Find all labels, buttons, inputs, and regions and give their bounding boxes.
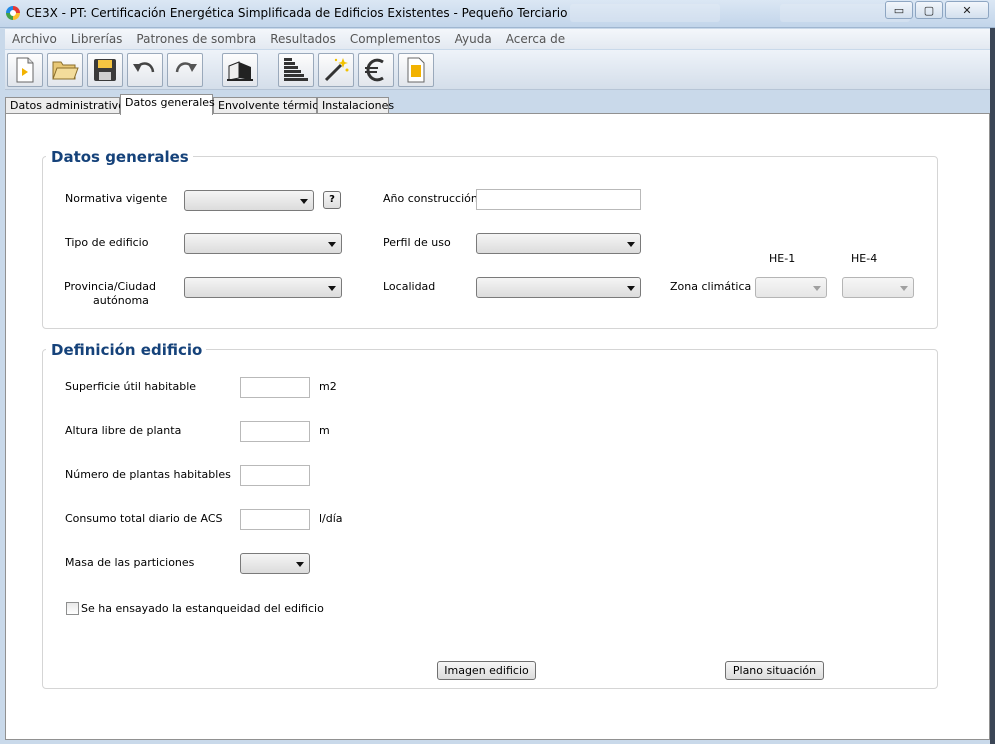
provincia-select[interactable] bbox=[184, 277, 342, 298]
plano-situacion-button[interactable]: Plano situación bbox=[725, 661, 824, 680]
menu-complementos[interactable]: Complementos bbox=[343, 32, 448, 46]
report-button[interactable] bbox=[398, 53, 434, 87]
undo-button[interactable] bbox=[127, 53, 163, 87]
menu-bar: Archivo Librerías Patrones de sombra Res… bbox=[5, 29, 990, 49]
economic-analysis-button[interactable] bbox=[358, 53, 394, 87]
plantas-label: Número de plantas habitables bbox=[65, 468, 231, 481]
help-button[interactable]: ? bbox=[323, 191, 341, 209]
tab-strip: Datos administrativos Datos generales En… bbox=[5, 94, 990, 115]
window-controls: ▭ ▢ ✕ bbox=[883, 1, 989, 19]
minimize-button[interactable]: ▭ bbox=[885, 1, 913, 19]
magic-wand-icon bbox=[324, 58, 349, 82]
imagen-edificio-button[interactable]: Imagen edificio bbox=[437, 661, 536, 680]
estanqueidad-checkbox[interactable] bbox=[66, 602, 79, 615]
new-file-icon bbox=[16, 57, 34, 83]
new-file-button[interactable] bbox=[7, 53, 43, 87]
chevron-down-icon bbox=[328, 286, 336, 291]
acs-label: Consumo total diario de ACS bbox=[65, 512, 223, 525]
ghost-tab bbox=[570, 4, 720, 22]
acs-input[interactable] bbox=[240, 509, 310, 530]
chevron-down-icon bbox=[627, 242, 635, 247]
euro-icon bbox=[365, 58, 384, 82]
tab-content-panel: Datos generales Normativa vigente ? Año … bbox=[5, 113, 990, 740]
maximize-button[interactable]: ▢ bbox=[915, 1, 943, 19]
window-title: CE3X - PT: Certificación Energética Simp… bbox=[26, 6, 568, 20]
localidad-label: Localidad bbox=[383, 280, 436, 293]
he1-label: HE-1 bbox=[769, 252, 796, 265]
menu-patrones-de-sombra[interactable]: Patrones de sombra bbox=[129, 32, 263, 46]
altura-unit: m bbox=[319, 424, 330, 437]
report-icon bbox=[407, 57, 425, 83]
building-3d-icon bbox=[227, 61, 253, 81]
provincia-label-line-1: Provincia/Ciudad bbox=[64, 280, 156, 293]
open-button[interactable] bbox=[47, 53, 83, 87]
chevron-down-icon bbox=[627, 286, 635, 291]
save-button[interactable] bbox=[87, 53, 123, 87]
masa-particiones-label: Masa de las particiones bbox=[65, 556, 195, 569]
redo-button[interactable] bbox=[167, 53, 203, 87]
window-edge bbox=[990, 28, 995, 744]
datos-generales-title: Datos generales bbox=[46, 148, 193, 166]
zona-he4-select[interactable] bbox=[842, 277, 914, 298]
normativa-label: Normativa vigente bbox=[65, 192, 168, 205]
menu-ayuda[interactable]: Ayuda bbox=[448, 32, 499, 46]
superficie-label: Superficie útil habitable bbox=[65, 380, 197, 393]
energy-rating-button[interactable] bbox=[278, 53, 314, 87]
plantas-input[interactable] bbox=[240, 465, 310, 486]
zona-he1-select[interactable] bbox=[755, 277, 827, 298]
save-disk-icon bbox=[94, 59, 116, 81]
close-button[interactable]: ✕ bbox=[945, 1, 989, 19]
undo-icon bbox=[133, 62, 155, 73]
building-view-button[interactable] bbox=[222, 53, 258, 87]
localidad-select[interactable] bbox=[476, 277, 641, 298]
masa-particiones-select[interactable] bbox=[240, 553, 310, 574]
chevron-down-icon bbox=[328, 242, 336, 247]
app-logo-icon bbox=[6, 6, 20, 20]
title-bar: CE3X - PT: Certificación Energética Simp… bbox=[0, 0, 995, 28]
chevron-down-icon bbox=[813, 286, 821, 291]
menu-resultados[interactable]: Resultados bbox=[263, 32, 343, 46]
superficie-unit: m2 bbox=[319, 380, 337, 393]
menu-acerca-de[interactable]: Acerca de bbox=[499, 32, 572, 46]
altura-label: Altura libre de planta bbox=[65, 424, 182, 437]
superficie-input[interactable] bbox=[240, 377, 310, 398]
definicion-edificio-title: Definición edificio bbox=[46, 341, 207, 359]
chevron-down-icon bbox=[296, 562, 304, 567]
zona-climatica-label: Zona climática bbox=[670, 280, 752, 293]
menu-librerias[interactable]: Librerías bbox=[64, 32, 130, 46]
toolbar bbox=[5, 50, 990, 90]
menu-archivo[interactable]: Archivo bbox=[5, 32, 64, 46]
perfil-uso-label: Perfil de uso bbox=[383, 236, 451, 249]
energy-rating-icon bbox=[284, 58, 308, 81]
normativa-select[interactable] bbox=[184, 190, 314, 211]
tab-datos-administrativos[interactable]: Datos administrativos bbox=[5, 97, 131, 114]
anio-construccion-input[interactable] bbox=[476, 189, 641, 210]
anio-construccion-label: Año construcción bbox=[383, 192, 478, 205]
chevron-down-icon bbox=[300, 199, 308, 204]
redo-icon bbox=[175, 62, 197, 73]
tab-envolvente-termica[interactable]: Envolvente térmica bbox=[213, 97, 325, 114]
provincia-label-line-2: autónoma bbox=[93, 294, 149, 307]
perfil-uso-select[interactable] bbox=[476, 233, 641, 254]
acs-unit: l/día bbox=[319, 512, 343, 525]
he4-label: HE-4 bbox=[851, 252, 878, 265]
estanqueidad-label: Se ha ensayado la estanqueidad del edifi… bbox=[81, 602, 324, 615]
wizard-button[interactable] bbox=[318, 53, 354, 87]
tipo-edificio-label: Tipo de edificio bbox=[65, 236, 149, 249]
tab-datos-generales[interactable]: Datos generales bbox=[120, 94, 215, 115]
tipo-edificio-select[interactable] bbox=[184, 233, 342, 254]
altura-input[interactable] bbox=[240, 421, 310, 442]
open-folder-icon bbox=[52, 61, 79, 80]
tab-instalaciones[interactable]: Instalaciones bbox=[317, 97, 394, 114]
chevron-down-icon bbox=[900, 286, 908, 291]
